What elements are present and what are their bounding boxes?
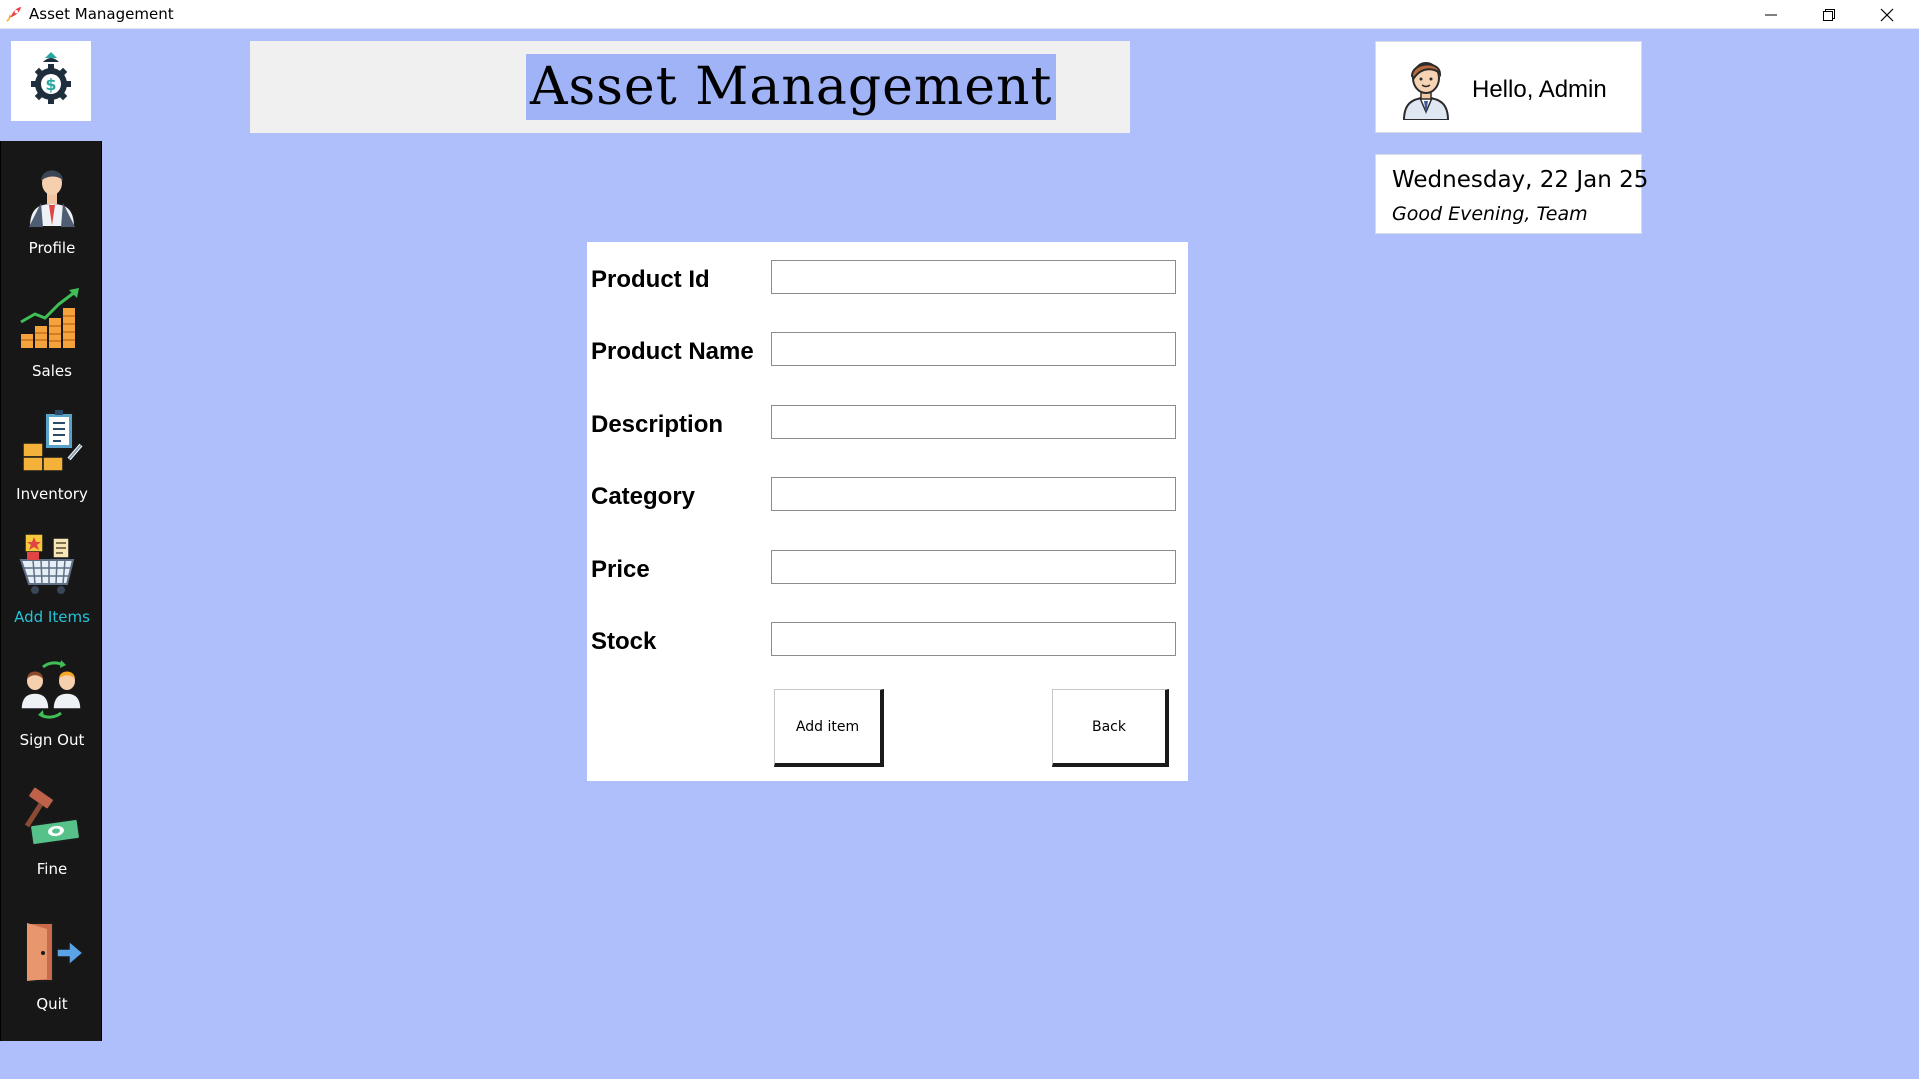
minimize-icon [1765,14,1777,15]
sidebar-item-label: Sales [32,362,72,380]
sidebar-item-quit[interactable]: Quit [1,919,103,1034]
quit-door-icon [26,922,85,982]
form-row-product-id: Product Id [587,260,1188,300]
greeting-text: Hello, Admin [1472,76,1607,103]
category-label: Category [591,483,696,510]
form-row-category: Category [587,477,1188,517]
add-item-form: Product Id Product Name Description Cate… [587,242,1188,781]
sidebar-item-add-items[interactable]: Add Items [1,532,103,647]
sales-chart-icon [20,288,79,348]
form-row-product-name: Product Name [587,332,1188,372]
date-panel: Wednesday, 22 Jan 25 Good Evening, Team [1375,154,1648,234]
sidebar: Profile Sales Inventory Add Items Sign O… [0,141,102,1041]
window-titlebar: Asset Management [0,0,1919,29]
description-label: Description [591,411,724,438]
add-item-button[interactable]: Add item [774,689,884,767]
sidebar-item-label: Inventory [16,485,88,503]
page-title: Asset Management [526,54,1057,120]
fine-gavel-icon [24,786,81,846]
money-gear-logo-icon: $ [31,52,71,104]
sidebar-item-label: Quit [36,995,68,1013]
admin-avatar-icon [1402,62,1450,120]
inventory-icon [22,410,83,472]
category-input[interactable] [771,477,1176,511]
minimize-button[interactable] [1742,0,1800,29]
form-row-description: Description [587,405,1188,445]
product-id-label: Product Id [591,266,710,293]
sidebar-item-sign-out[interactable]: Sign Out [1,655,103,770]
current-date: Wednesday, 22 Jan 25 [1392,167,1649,193]
product-name-input[interactable] [771,332,1176,366]
greeting-message: Good Evening, Team [1392,203,1588,225]
price-input[interactable] [771,550,1176,584]
greeting-panel: Hello, Admin [1375,41,1642,133]
sidebar-item-label: Profile [28,239,76,257]
app-logo: $ [11,41,91,121]
restore-button[interactable] [1800,0,1858,29]
sidebar-item-sales[interactable]: Sales [1,286,103,401]
close-icon [1880,8,1894,21]
sidebar-item-fine[interactable]: Fine [1,784,103,899]
sidebar-item-label: Add Items [14,608,90,626]
form-row-price: Price [587,550,1188,590]
svg-text:$: $ [45,75,56,94]
restore-icon [1823,8,1835,21]
product-id-input[interactable] [771,260,1176,294]
profile-icon [27,170,77,228]
add-items-cart-icon [19,533,75,594]
sidebar-item-label: Sign Out [19,731,85,749]
app-rocket-icon [6,6,22,22]
header-panel: Asset Management [250,41,1130,133]
sidebar-item-profile[interactable]: Profile [1,163,103,278]
sidebar-item-inventory[interactable]: Inventory [1,409,103,524]
stock-label: Stock [591,628,657,655]
product-name-label: Product Name [591,338,754,365]
back-button[interactable]: Back [1052,689,1169,767]
close-button[interactable] [1858,0,1916,29]
form-row-stock: Stock [587,622,1188,662]
stock-input[interactable] [771,622,1176,656]
price-label: Price [591,556,650,583]
sign-out-users-icon [20,660,82,719]
window-title: Asset Management [29,5,174,23]
sidebar-item-label: Fine [36,860,68,878]
description-input[interactable] [771,405,1176,439]
